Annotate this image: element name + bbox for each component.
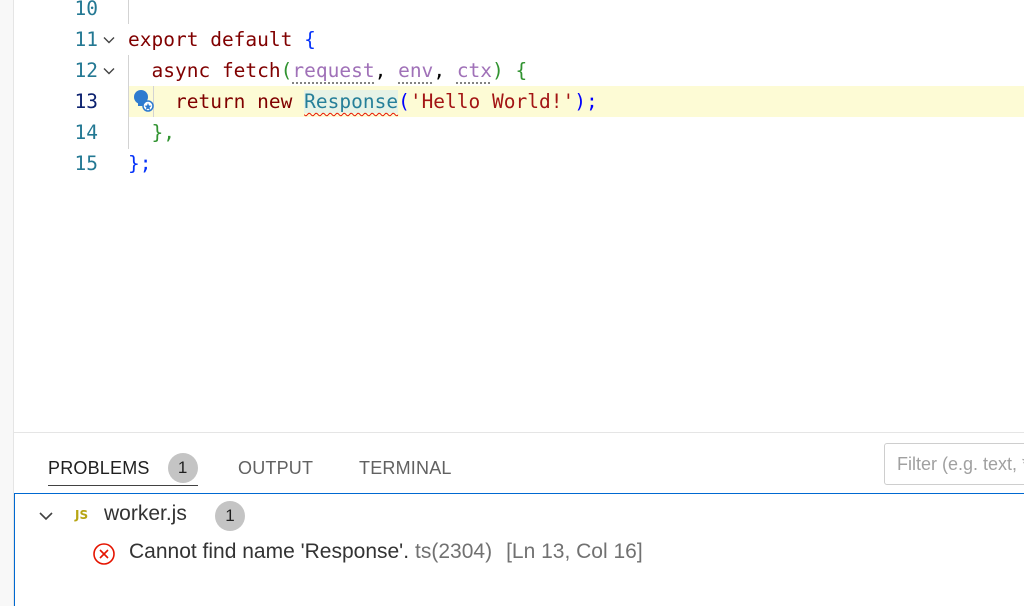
file-problem-count-badge: 1 (215, 501, 245, 531)
code-line-13[interactable]: return new Response('Hello World!'); (128, 86, 598, 117)
javascript-file-icon: JS (75, 508, 89, 522)
brace: { (304, 28, 316, 51)
tab-terminal-label: TERMINAL (359, 457, 452, 478)
paren-semicolon: ); (574, 90, 598, 113)
paren: ( (398, 90, 410, 113)
fold-chevron-down-icon[interactable] (100, 55, 118, 86)
param-request: request (292, 59, 375, 82)
param-env: env (398, 59, 434, 82)
file-name: worker.js (104, 502, 187, 525)
keyword-new: new (257, 90, 293, 113)
problem-item[interactable]: Cannot find name 'Response'. ts(2304) [Ln … (15, 536, 1024, 572)
code-line-12[interactable]: async fetch(request, env, ctx) { (128, 55, 527, 86)
keyword-default: default (210, 28, 293, 51)
param-ctx: ctx (456, 59, 493, 82)
line-number: 10 (74, 0, 98, 20)
brace-close: }, (151, 121, 175, 144)
problem-location: [Ln 13, Col 16] (506, 540, 643, 563)
tab-output[interactable]: OUTPUT (238, 451, 313, 485)
error-icon (93, 543, 115, 565)
code-line-14[interactable]: }, (128, 117, 175, 148)
identifier-response-error[interactable]: Response (304, 90, 399, 113)
problems-count-badge: 1 (167, 453, 198, 483)
keyword-export: export (128, 28, 199, 51)
tab-problems[interactable]: PROBLEMS 1 (48, 451, 198, 486)
tab-terminal[interactable]: TERMINAL (359, 451, 452, 485)
code-action-lightbulb-icon[interactable] (132, 88, 156, 114)
paren: ) (492, 59, 504, 82)
problem-text: Cannot find name 'Response'. ts(2304) [Ln … (129, 540, 643, 564)
panel-tabs: PROBLEMS 1 OUTPUT TERMINAL (14, 433, 1024, 493)
problem-source: ts(2304) (415, 540, 493, 563)
brace-close: }; (128, 152, 152, 175)
tab-output-label: OUTPUT (238, 457, 314, 478)
paren: ( (280, 59, 293, 82)
keyword-return: return (174, 90, 246, 113)
keyword-async: async (151, 59, 211, 82)
line-number: 15 (74, 152, 98, 175)
chevron-down-icon[interactable] (37, 507, 55, 525)
code-editor[interactable]: 10 11 12 13 14 15 export default { async… (14, 0, 1024, 432)
comma: , (374, 59, 387, 82)
activity-strip (0, 0, 14, 606)
comma: , (433, 59, 446, 82)
bottom-panel: PROBLEMS 1 OUTPUT TERMINAL JS worker.js … (14, 432, 1024, 606)
line-number-active: 13 (74, 90, 98, 113)
problems-filter-input[interactable] (884, 443, 1024, 485)
line-number: 14 (74, 121, 98, 144)
code-line-11[interactable]: export default { (128, 24, 316, 55)
problem-message: Cannot find name 'Response'. (129, 540, 410, 563)
tab-problems-label: PROBLEMS (48, 457, 150, 478)
line-number: 11 (74, 28, 98, 51)
fold-chevron-down-icon[interactable] (100, 24, 118, 55)
function-name-fetch: fetch (221, 59, 281, 82)
indent-guide (128, 0, 129, 24)
problems-list[interactable]: JS worker.js 1 Cannot find name 'Respons… (14, 493, 1024, 606)
code-line-15[interactable]: }; (128, 148, 151, 179)
brace: { (515, 59, 528, 82)
problem-file-row[interactable]: JS worker.js 1 (15, 496, 1024, 534)
line-number: 12 (74, 59, 98, 82)
string-literal: 'Hello World!' (409, 90, 575, 113)
